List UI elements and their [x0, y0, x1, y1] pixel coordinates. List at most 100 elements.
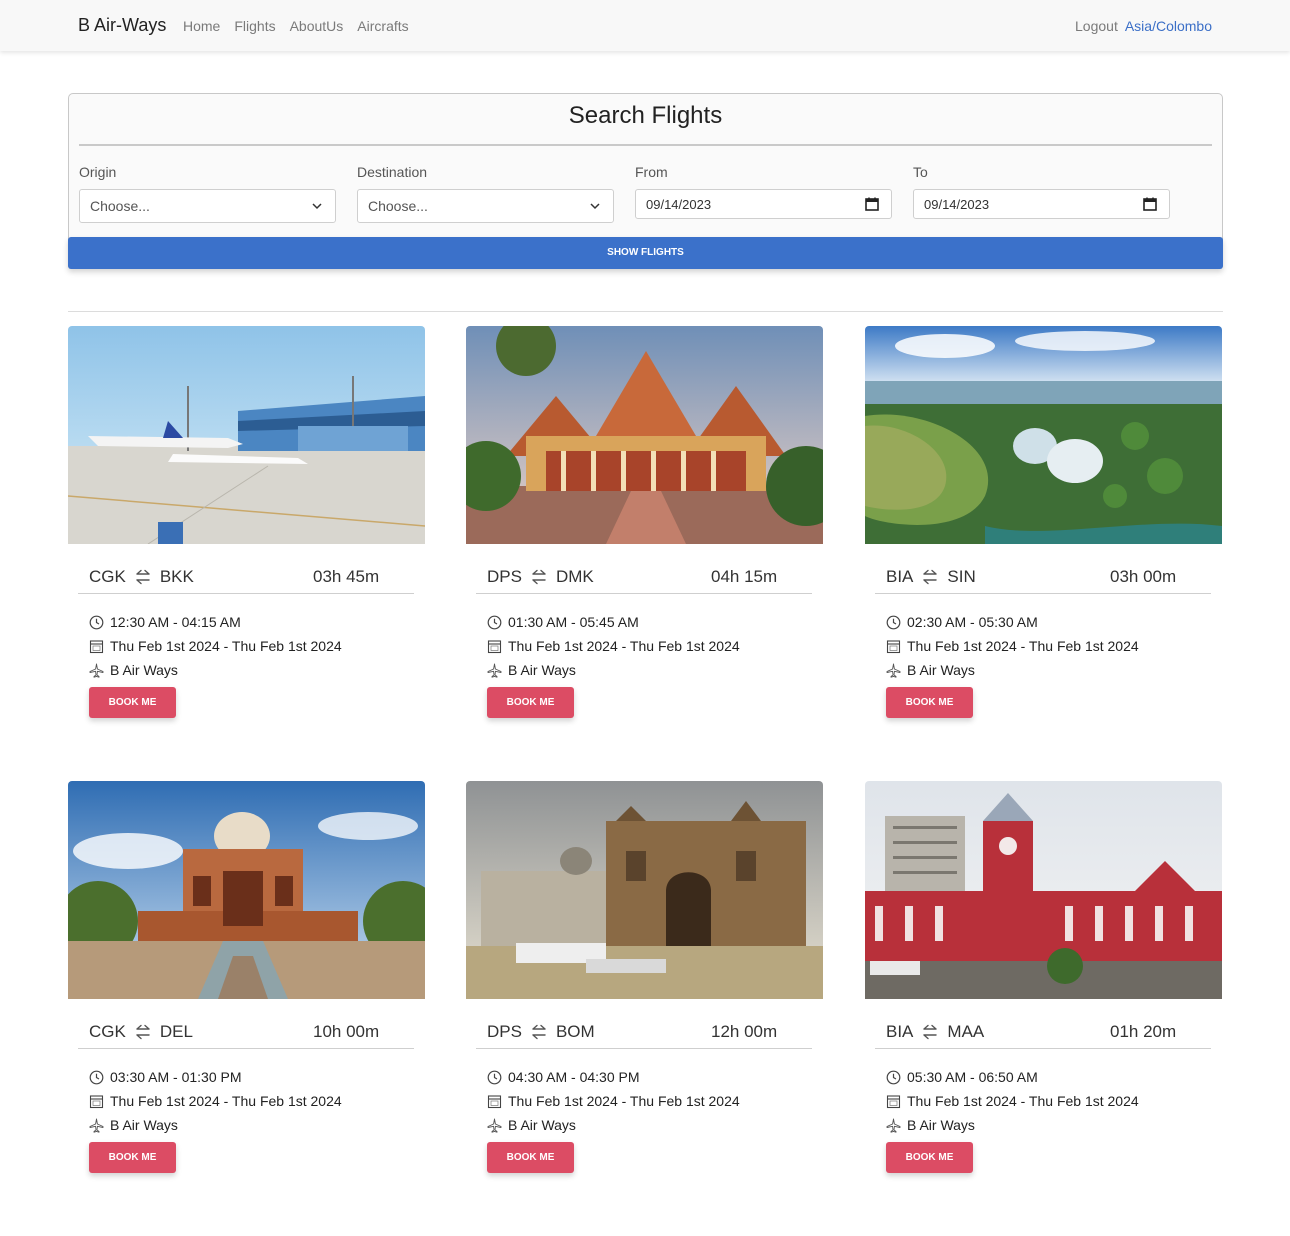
flight-date-row: Thu Feb 1st 2024 - Thu Feb 1st 2024 [886, 638, 1139, 654]
destination-code: SIN [947, 567, 976, 586]
calendar-icon [89, 1094, 104, 1108]
flight-duration: 03h 45m [313, 567, 380, 586]
flight-duration: 10h 00m [313, 1022, 380, 1041]
nav-link-aircrafts[interactable]: Aircrafts [357, 18, 408, 34]
origin-code: DPS [487, 1022, 522, 1041]
destination-select[interactable]: Choose... [357, 189, 614, 223]
origin-code: BIA [886, 567, 914, 586]
flight-date-row: Thu Feb 1st 2024 - Thu Feb 1st 2024 [886, 1093, 1139, 1109]
airplane-icon [89, 1118, 104, 1133]
airline-name: B Air Ways [110, 1117, 178, 1133]
calendar-icon[interactable] [1143, 197, 1157, 211]
flight-time: 12:30 AM - 04:15 AM [110, 614, 241, 630]
flight-time-row: 12:30 AM - 04:15 AM [89, 614, 241, 630]
flight-time: 01:30 AM - 05:45 AM [508, 614, 639, 630]
calendar-icon [886, 639, 901, 653]
flight-date-row: Thu Feb 1st 2024 - Thu Feb 1st 2024 [487, 638, 740, 654]
nav-right: Logout Asia/Colombo [1075, 18, 1212, 34]
destination-code: BKK [159, 567, 194, 586]
flight-date-row: Thu Feb 1st 2024 - Thu Feb 1st 2024 [89, 1093, 342, 1109]
swap-arrows-icon [532, 569, 546, 585]
nav-link-home[interactable]: Home [183, 18, 220, 34]
airline-row: B Air Ways [487, 1117, 576, 1133]
origin-code: CGK [89, 1022, 126, 1041]
clock-icon [89, 615, 104, 629]
origin-code: DPS [487, 567, 522, 586]
swap-arrows-icon [923, 569, 938, 585]
book-me-button[interactable]: BOOK ME [89, 1142, 176, 1173]
timezone-label[interactable]: Asia/Colombo [1125, 18, 1212, 34]
book-me-button[interactable]: BOOK ME [487, 687, 574, 718]
flight-dates: Thu Feb 1st 2024 - Thu Feb 1st 2024 [110, 1093, 342, 1109]
search-card: Search Flights Origin Choose... Destinat… [68, 93, 1223, 269]
flight-duration: 03h 00m [1110, 567, 1177, 586]
flight-route: BIA SIN [886, 567, 976, 587]
flight-time-row: 02:30 AM - 05:30 AM [886, 614, 1038, 630]
destination-code: DEL [159, 1022, 193, 1041]
nav-link-flights[interactable]: Flights [234, 18, 275, 34]
show-flights-button[interactable]: SHOW FLIGHTS [68, 237, 1223, 269]
calendar-icon [886, 1094, 901, 1108]
flight-duration: 04h 15m [711, 567, 778, 586]
book-me-button[interactable]: BOOK ME [487, 1142, 574, 1173]
calendar-icon [487, 639, 502, 653]
clock-icon [886, 1070, 901, 1084]
book-me-button[interactable]: BOOK ME [89, 687, 176, 718]
airport-terminal-photo [68, 326, 425, 544]
airline-name: B Air Ways [907, 662, 975, 678]
from-label: From [635, 164, 668, 180]
card-divider [476, 1048, 812, 1049]
flight-duration: 01h 20m [1110, 1022, 1177, 1041]
airline-name: B Air Ways [907, 1117, 975, 1133]
airplane-icon [886, 1118, 901, 1133]
destination-code: MAA [947, 1022, 985, 1041]
navbar: B Air-Ways Home Flights AboutUs Aircraft… [0, 0, 1290, 51]
card-divider [875, 593, 1211, 594]
singapore-gardens-photo [865, 326, 1222, 544]
book-me-button[interactable]: BOOK ME [886, 1142, 973, 1173]
card-divider [875, 1048, 1211, 1049]
flight-time-row: 01:30 AM - 05:45 AM [487, 614, 639, 630]
brand-logo[interactable]: B Air-Ways [78, 15, 166, 36]
search-title: Search Flights [568, 102, 723, 129]
flight-time: 04:30 AM - 04:30 PM [508, 1069, 640, 1085]
flight-card: BIA SIN 03h 00m 02:30 AM - 05:30 AM Thu … [865, 326, 1222, 726]
airline-name: B Air Ways [508, 662, 576, 678]
calendar-icon[interactable] [865, 197, 879, 211]
delhi-tomb-photo [68, 781, 425, 999]
nav-link-aboutus[interactable]: AboutUs [290, 18, 344, 34]
clock-icon [886, 615, 901, 629]
flight-route: DPS BOM [487, 1022, 595, 1042]
flight-time-row: 05:30 AM - 06:50 AM [886, 1069, 1038, 1085]
flight-dates: Thu Feb 1st 2024 - Thu Feb 1st 2024 [110, 638, 342, 654]
from-date-input[interactable]: 09/14/2023 [635, 189, 892, 219]
book-me-button[interactable]: BOOK ME [886, 687, 973, 718]
to-date-input[interactable]: 09/14/2023 [913, 189, 1170, 219]
card-divider [78, 1048, 414, 1049]
card-divider [476, 593, 812, 594]
destination-code: DMK [555, 567, 594, 586]
clock-icon [487, 1070, 502, 1084]
swap-arrows-icon [136, 569, 150, 585]
origin-select[interactable]: Choose... [79, 189, 336, 223]
swap-arrows-icon [923, 1024, 938, 1040]
flight-dates: Thu Feb 1st 2024 - Thu Feb 1st 2024 [508, 638, 740, 654]
flight-route: BIA MAA [886, 1022, 984, 1042]
chevron-down-icon [312, 203, 322, 210]
logout-link[interactable]: Logout [1075, 18, 1118, 34]
flight-card: CGK DEL 10h 00m 03:30 AM - 01:30 PM Thu … [68, 781, 425, 1181]
to-date-value: 09/14/2023 [924, 197, 990, 212]
airline-row: B Air Ways [89, 662, 178, 678]
airplane-icon [487, 1118, 502, 1133]
clock-icon [89, 1070, 104, 1084]
destination-photo [865, 326, 1222, 544]
chevron-down-icon [590, 203, 600, 210]
flight-route: CGK DEL [89, 1022, 193, 1042]
destination-photo [466, 326, 823, 544]
destination-photo [68, 781, 425, 999]
airplane-icon [89, 663, 104, 678]
swap-arrows-icon [136, 1024, 150, 1040]
flight-card: CGK BKK 03h 45m 12:30 AM - 04:15 AM Thu … [68, 326, 425, 726]
flight-dates: Thu Feb 1st 2024 - Thu Feb 1st 2024 [907, 638, 1139, 654]
swap-arrows-icon [532, 1024, 546, 1040]
